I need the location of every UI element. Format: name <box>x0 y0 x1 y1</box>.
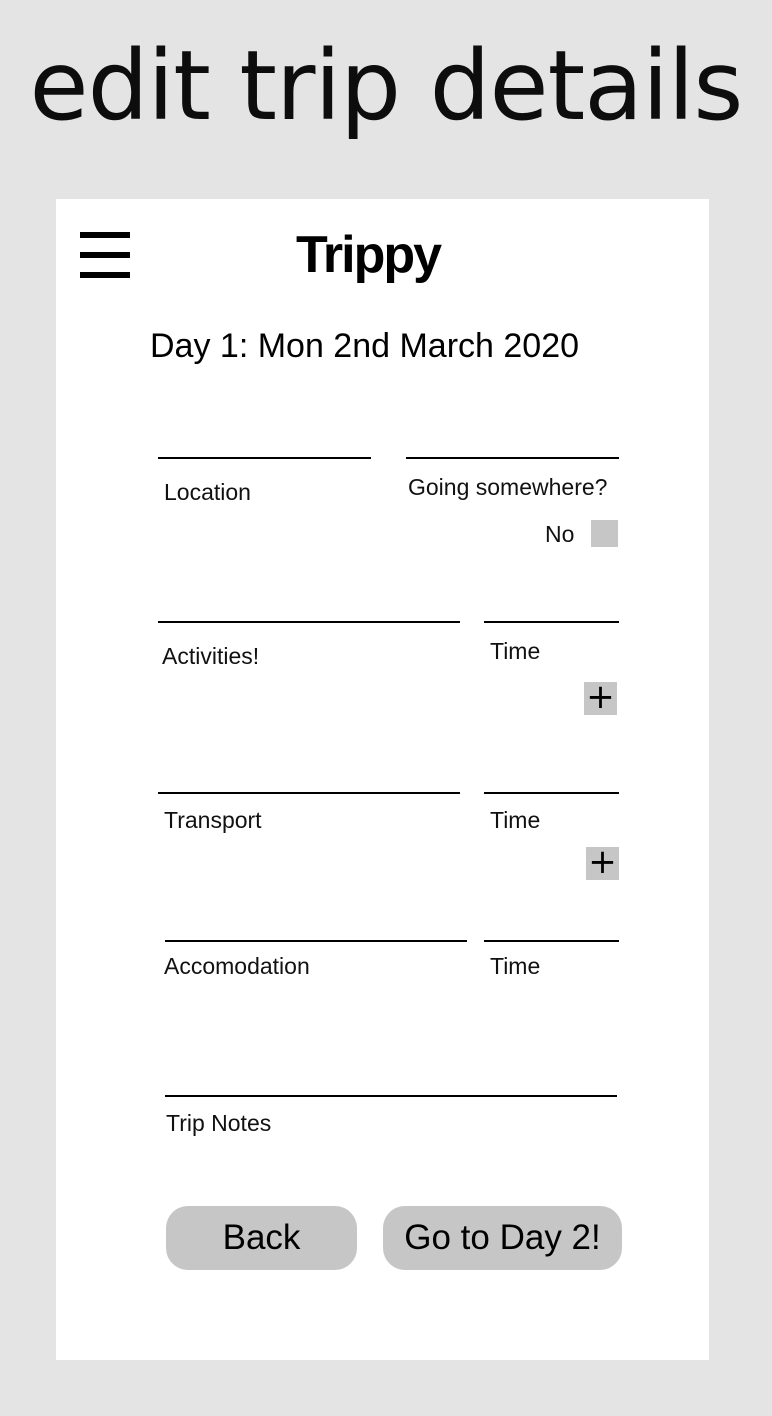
location-label: Location <box>164 479 251 505</box>
next-day-button[interactable]: Go to Day 2! <box>383 1206 622 1270</box>
location-input[interactable] <box>158 457 371 459</box>
app-screen: Trippy Day 1: Mon 2nd March 2020 Locatio… <box>56 199 709 1360</box>
activities-time-label: Time <box>490 638 541 664</box>
page-heading: edit trip details <box>29 30 744 142</box>
accommodation-time-label: Time <box>490 953 541 979</box>
going-somewhere-label: Going somewhere? <box>408 474 608 500</box>
transport-input[interactable] <box>158 792 460 794</box>
activities-input[interactable] <box>158 621 460 623</box>
going-somewhere-checkbox[interactable] <box>591 520 618 547</box>
going-somewhere-input[interactable] <box>406 457 619 459</box>
app-logo: Trippy <box>296 226 442 284</box>
back-button[interactable]: Back <box>166 1206 357 1270</box>
transport-time-input[interactable] <box>484 792 619 794</box>
going-somewhere-value-label: No <box>545 521 575 547</box>
activities-time-input[interactable] <box>484 621 619 623</box>
hamburger-menu-icon[interactable] <box>80 232 130 278</box>
trip-notes-input[interactable] <box>165 1095 617 1097</box>
transport-label: Transport <box>164 807 262 833</box>
transport-time-label: Time <box>490 807 541 833</box>
trip-notes-label: Trip Notes <box>166 1110 272 1136</box>
day-title: Day 1: Mon 2nd March 2020 <box>150 327 580 365</box>
activities-label: Activities! <box>162 643 260 669</box>
add-transport-button[interactable]: + <box>586 845 619 880</box>
accommodation-label: Accomodation <box>164 953 310 979</box>
accommodation-input[interactable] <box>165 940 467 942</box>
accommodation-time-input[interactable] <box>484 940 619 942</box>
add-activity-button[interactable]: + <box>584 680 617 715</box>
